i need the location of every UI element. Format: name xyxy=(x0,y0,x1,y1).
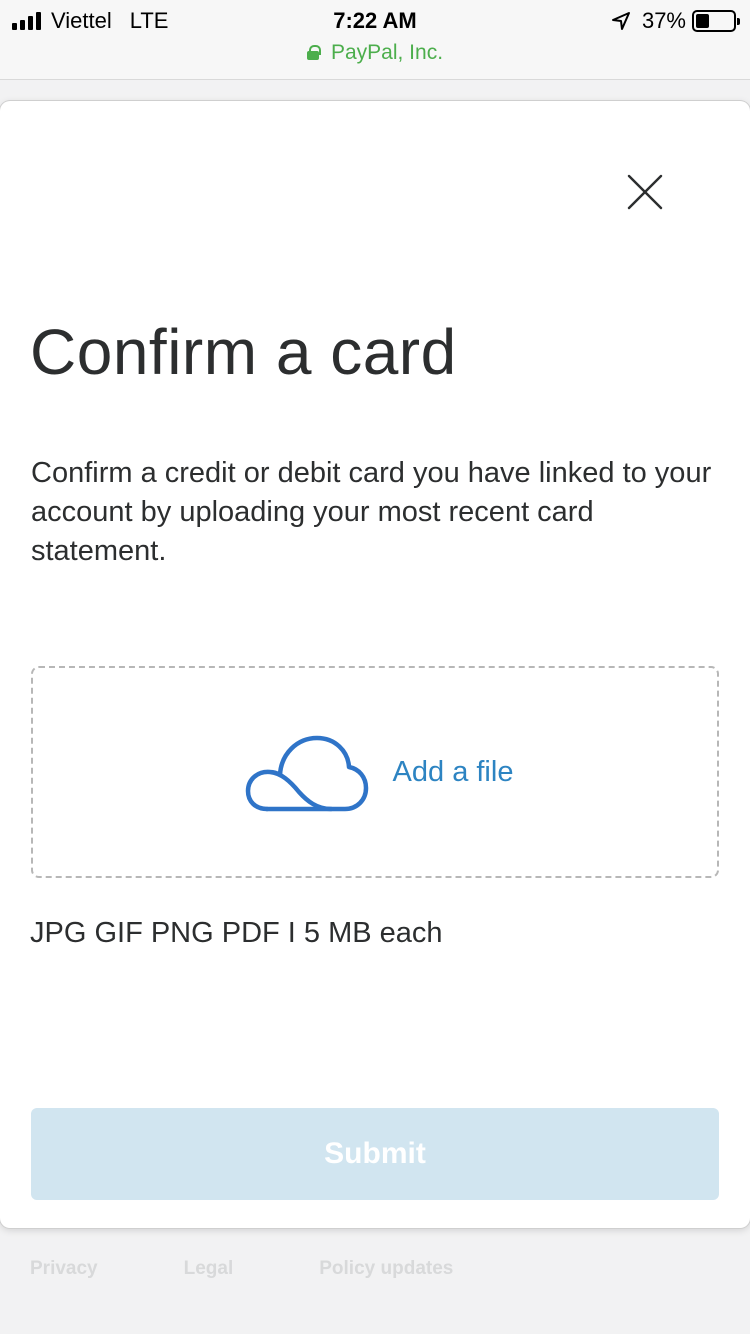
battery-level-fill xyxy=(696,14,709,28)
file-upload-dropzone[interactable]: Add a file xyxy=(31,666,719,878)
status-right: 37% xyxy=(610,8,740,34)
site-name: PayPal, Inc. xyxy=(330,41,444,64)
footer-links: Privacy Legal Policy updates xyxy=(30,1258,453,1280)
close-icon[interactable] xyxy=(624,171,666,213)
add-file-link[interactable]: Add a file xyxy=(393,756,514,789)
cloud-icon xyxy=(245,735,368,812)
submit-button[interactable]: Submit xyxy=(31,1108,719,1200)
status-bar: Viettel LTE 7:22 AM PayPal, Inc. 37% xyxy=(0,0,750,80)
page-title: Confirm a card xyxy=(30,316,457,388)
footer-link-privacy[interactable]: Privacy xyxy=(30,1258,98,1280)
footer-link-policy-updates[interactable]: Policy updates xyxy=(319,1258,453,1280)
description-text: Confirm a credit or debit card you have … xyxy=(31,457,712,567)
battery-icon xyxy=(692,10,740,32)
footer-link-legal[interactable]: Legal xyxy=(184,1258,234,1280)
lock-icon xyxy=(306,45,321,60)
site-identity[interactable]: PayPal, Inc. xyxy=(0,41,750,65)
location-arrow-icon xyxy=(611,12,630,30)
battery-percentage: 37% xyxy=(641,8,686,33)
file-format-hint: JPG GIF PNG PDF I 5 MB each xyxy=(30,917,443,949)
upload-content: Add a file xyxy=(245,729,514,815)
confirm-card-modal: Confirm a card Confirm a credit or debit… xyxy=(0,101,750,1228)
